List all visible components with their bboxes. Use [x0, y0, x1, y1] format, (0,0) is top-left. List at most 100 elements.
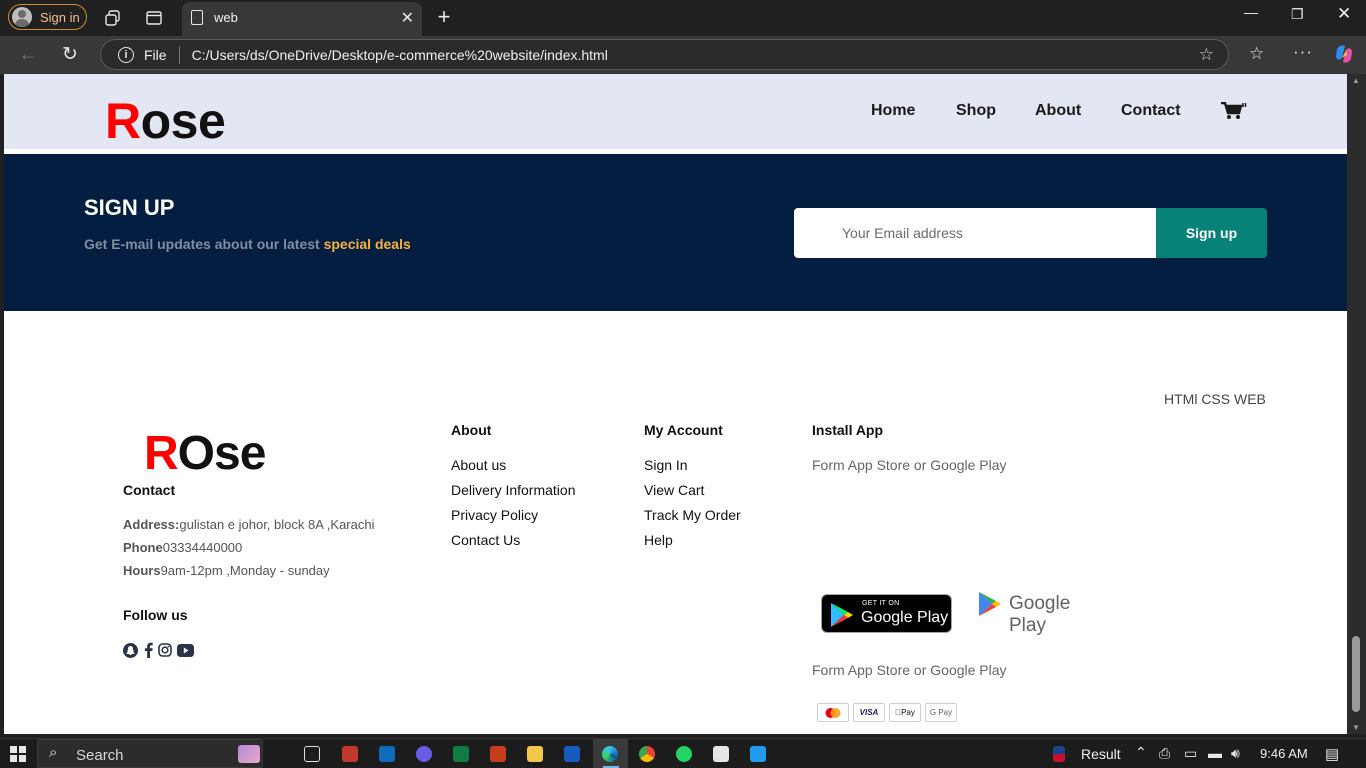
app-store-text: Form App Store or Google Play — [812, 457, 1007, 473]
url-separator — [178, 45, 180, 64]
taskbar-search-box[interactable]: ⌕ Search — [37, 739, 263, 768]
clipchamp-icon[interactable] — [416, 746, 432, 762]
vscode-icon[interactable] — [750, 746, 766, 762]
hours-label: Hours — [123, 563, 161, 578]
apple-pay-icon: Pay — [889, 703, 921, 722]
snapchat-icon[interactable] — [123, 642, 138, 658]
apple-pay-text: Pay — [898, 708, 915, 717]
app-icon-red[interactable] — [342, 746, 358, 762]
link-privacy-policy[interactable]: Privacy Policy — [451, 507, 538, 523]
result-label[interactable]: Result — [1081, 746, 1121, 762]
nav-about[interactable]: About — [1035, 102, 1081, 120]
youtube-icon[interactable] — [176, 642, 194, 658]
avatar-icon — [12, 7, 32, 27]
link-delivery-information[interactable]: Delivery Information — [451, 482, 576, 498]
site-info-icon[interactable]: i — [118, 46, 134, 63]
instagram-icon[interactable] — [157, 642, 172, 658]
windows-start-icon[interactable] — [10, 746, 26, 762]
whatsapp-icon[interactable] — [676, 746, 692, 762]
outlook-icon[interactable] — [379, 746, 395, 762]
facebook-icon[interactable] — [143, 642, 153, 658]
minimize-icon[interactable]: — — [1244, 4, 1258, 20]
task-view-icon[interactable] — [304, 746, 320, 762]
footer-logo-rest: Ose — [177, 427, 267, 480]
scrollbar-thumb[interactable] — [1352, 636, 1360, 712]
sign-up-button[interactable]: Sign up — [1156, 208, 1267, 258]
nav-shop[interactable]: Shop — [956, 102, 996, 120]
link-view-cart[interactable]: View Cart — [644, 482, 704, 498]
newsletter-subtitle-text: Get E-mail updates about our latest — [84, 236, 324, 252]
close-window-icon[interactable]: ✕ — [1337, 4, 1351, 24]
hours-value: 9am-12pm ,Monday - sunday — [160, 563, 330, 578]
page-viewport: Rose Home Shop About Contact SIGN UP Get… — [4, 74, 1347, 734]
refresh-icon[interactable]: ↻ — [62, 43, 78, 66]
more-menu-icon[interactable]: ··· — [1293, 42, 1313, 62]
scroll-up-arrow[interactable]: ▲ — [1352, 76, 1360, 85]
address-label: Address: — [123, 517, 180, 532]
site-logo[interactable]: Rose — [105, 93, 226, 149]
word-icon[interactable] — [564, 746, 580, 762]
excel-icon[interactable] — [453, 746, 469, 762]
favorite-star-icon[interactable]: ☆ — [1199, 45, 1214, 65]
store-icon[interactable] — [713, 746, 729, 762]
file-scheme-label: File — [144, 46, 167, 63]
badge-big-text: Google Play — [861, 609, 949, 626]
mastercard-icon — [817, 703, 849, 722]
site-header: Rose Home Shop About Contact — [4, 74, 1347, 149]
contact-address: Address:gulistan e johor, block 8A ,Kara… — [123, 517, 374, 532]
nav-contact[interactable]: Contact — [1121, 102, 1181, 120]
newsletter-highlight: special deals — [323, 236, 411, 252]
battery-icon[interactable]: ▬ — [1208, 745, 1222, 761]
copilot-icon[interactable] — [1333, 43, 1355, 65]
about-heading: About — [451, 422, 492, 438]
notification-icon[interactable]: ▤ — [1325, 745, 1339, 763]
link-sign-in[interactable]: Sign In — [644, 457, 688, 473]
restore-icon[interactable]: ❐ — [1291, 6, 1304, 23]
nba-icon[interactable] — [1053, 746, 1065, 762]
clock-time[interactable]: 9:46 AM — [1260, 746, 1308, 761]
link-about-us[interactable]: About us — [451, 457, 506, 473]
link-contact-us[interactable]: Contact Us — [451, 532, 520, 548]
sign-in-label: Sign in — [40, 9, 80, 25]
address-bar[interactable]: i File C:/Users/ds/OneDrive/Desktop/e-co… — [100, 39, 1229, 70]
link-track-my-order[interactable]: Track My Order — [644, 507, 741, 523]
edge-icon[interactable] — [602, 746, 618, 762]
url-text[interactable]: C:/Users/ds/OneDrive/Desktop/e-commerce%… — [192, 47, 608, 63]
email-input[interactable] — [794, 208, 1156, 258]
new-tab-button[interactable]: + — [433, 4, 455, 29]
back-icon[interactable]: ← — [19, 44, 37, 65]
phone-value: 03334440000 — [162, 540, 243, 555]
contact-hours: Hours9am-12pm ,Monday - sunday — [123, 563, 330, 578]
google-play-logo-icon — [979, 592, 1001, 616]
powerpoint-icon[interactable] — [490, 746, 506, 762]
windows-taskbar: ⌕ Search Result ⌃ ⎙ ▭ ▬ 🔊︎ 9:46 AM ▤ — [0, 738, 1366, 768]
tab-actions-icon[interactable] — [145, 9, 163, 27]
scroll-down-arrow[interactable]: ▼ — [1352, 723, 1360, 732]
footer-logo-initial: R — [144, 427, 179, 480]
workspaces-icon[interactable] — [104, 9, 122, 27]
google-play-logo[interactable]: Google Play — [976, 587, 1108, 636]
favorites-icon[interactable]: ☆ — [1249, 44, 1264, 64]
payment-text: Form App Store or Google Play — [812, 662, 1007, 678]
profile-sign-in-button[interactable]: Sign in — [8, 4, 87, 30]
close-tab-icon[interactable]: ✕ — [401, 8, 414, 28]
newsletter-subtitle: Get E-mail updates about our latest spec… — [84, 236, 411, 252]
volume-icon[interactable]: 🔊︎ — [1231, 745, 1240, 762]
file-explorer-icon[interactable] — [527, 746, 543, 762]
link-help[interactable]: Help — [644, 532, 673, 548]
chrome-icon[interactable] — [639, 746, 655, 762]
address-value: gulistan e johor, block 8A ,Karachi — [179, 517, 375, 532]
camera-icon[interactable]: ⎙ — [1159, 745, 1170, 762]
visa-icon: VISA — [853, 703, 885, 722]
google-play-icon — [831, 603, 853, 627]
newsletter-section: SIGN UP Get E-mail updates about our lat… — [4, 154, 1347, 311]
nav-home[interactable]: Home — [871, 102, 915, 120]
cart-icon[interactable] — [1221, 101, 1247, 125]
google-play-badge[interactable]: GET IT ON Google Play — [821, 594, 952, 633]
logo-rest: ose — [140, 93, 226, 149]
page-scrollbar[interactable]: ▲ ▼ — [1347, 74, 1366, 734]
tab-web[interactable]: web ✕ — [182, 2, 422, 36]
display-icon[interactable]: ▭ — [1184, 745, 1197, 762]
chevron-up-icon[interactable]: ⌃ — [1135, 744, 1147, 761]
search-icon: ⌕ — [49, 744, 58, 761]
